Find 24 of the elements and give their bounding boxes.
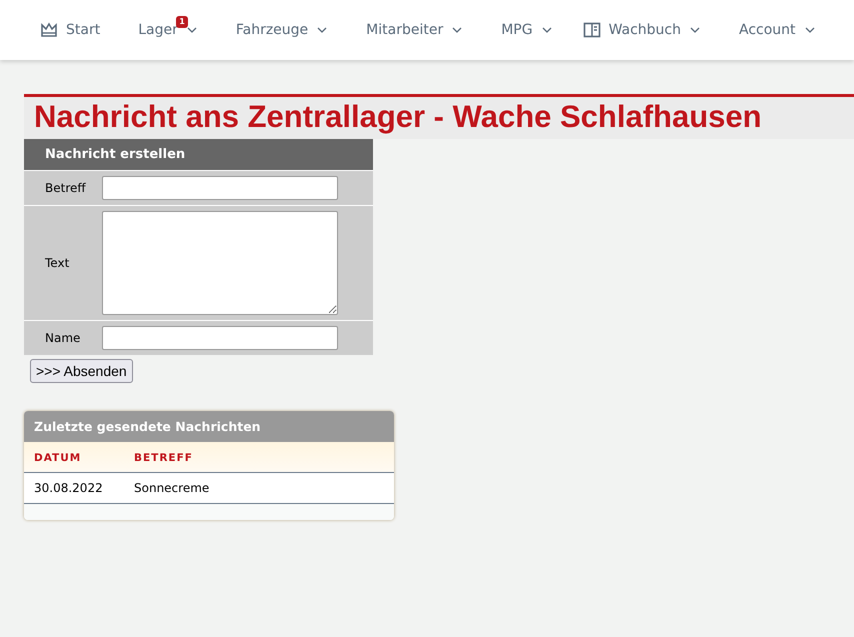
field-label: Text: [45, 256, 70, 270]
column-header: DATUM: [34, 452, 82, 464]
field-label: Name: [45, 331, 82, 345]
table-cell-text: 30.08.2022: [34, 481, 104, 495]
submit-button[interactable]: >>> Absenden: [30, 359, 133, 383]
nav-link[interactable]: Mitarbeiter: [366, 22, 444, 38]
notification-badge: 1: [176, 16, 188, 28]
form-header: Nachricht erstellen: [24, 139, 373, 170]
crown-icon: [40, 21, 58, 39]
nav-link[interactable]: Account: [739, 22, 796, 38]
nav-link[interactable]: Start: [66, 22, 100, 38]
input-field[interactable]: [102, 326, 338, 350]
nav-link[interactable]: Fahrzeuge: [236, 22, 308, 38]
nav-link[interactable]: MPG: [501, 22, 533, 38]
card-header: Zuletzte gesendete Nachrichten: [24, 411, 394, 442]
column-header: BETREFF: [134, 452, 193, 464]
input-field[interactable]: [102, 176, 338, 200]
page-title: Nachricht ans Zentrallager - Wache Schlafhausen: [34, 99, 763, 135]
nav-link[interactable]: Wachbuch: [608, 22, 682, 38]
book-icon: [582, 21, 601, 39]
field-label: Betreff: [45, 181, 87, 195]
table-cell: Sonnecreme: [134, 481, 210, 495]
nav-link[interactable]: Lager: [138, 22, 178, 38]
text-area[interactable]: [102, 211, 338, 315]
